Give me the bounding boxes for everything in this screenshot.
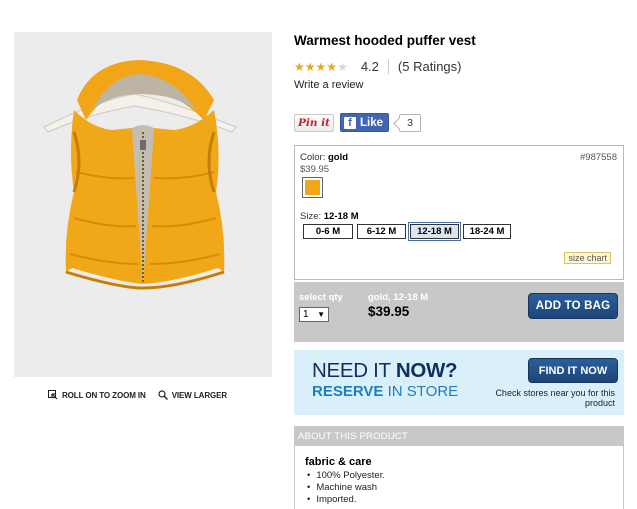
reserve-text: RESERVE — [312, 383, 384, 400]
view-larger-label: VIEW LARGER — [171, 390, 228, 400]
chevron-down-icon: ▼ — [317, 310, 325, 319]
color-line: Color: gold — [300, 152, 348, 163]
need-it-now-heading: NEED IT NOW? — [312, 359, 458, 383]
image-tools: ROLL ON TO ZOOM IN VIEW LARGER — [48, 390, 227, 400]
rating-row[interactable]: ★ ★ ★ ★ ★ 4.2 (5 Ratings) — [294, 59, 461, 74]
list-item: Imported. — [307, 494, 385, 506]
size-selector: 0-6 M 6-12 M 12-18 M 18-24 M — [303, 222, 511, 241]
size-option-18-24[interactable]: 18-24 M — [463, 224, 511, 239]
color-value: gold — [327, 152, 349, 163]
quantity-select[interactable]: 1 ▼ — [299, 307, 329, 322]
facebook-like-button[interactable]: f Like — [340, 113, 390, 132]
rating-value: 4.2 — [360, 59, 379, 74]
about-product-section: ABOUT THIS PRODUCT fabric & care 100% Po… — [294, 426, 624, 509]
list-item: 100% Polyester. — [307, 470, 385, 482]
swatch-fill — [305, 180, 320, 195]
add-to-bag-bar: select qty 1 ▼ gold, 12-18 M $39.95 ADD … — [294, 282, 624, 342]
product-options: Color: gold #987558 $39.95 Size: 12-18 M… — [294, 145, 624, 280]
size-chart-link[interactable]: size chart — [564, 252, 611, 264]
now-text: NOW? — [395, 359, 458, 382]
star-icon: ★ — [326, 59, 338, 74]
divider — [387, 59, 389, 74]
reserve-in-store-banner: NEED IT NOW? RESERVE IN STORE FIND IT NO… — [294, 350, 624, 415]
rating-count[interactable]: (5 Ratings) — [398, 59, 462, 74]
star-icon: ★ — [304, 59, 316, 74]
color-label: Color: — [300, 152, 326, 163]
find-it-now-button[interactable]: FIND IT NOW — [528, 358, 618, 383]
check-stores-text: Check stores near you for this product — [495, 388, 615, 408]
like-count: 3 — [399, 113, 422, 132]
selection-name: gold, 12-18 M — [368, 292, 429, 303]
search-icon — [158, 390, 168, 400]
size-option-0-6[interactable]: 0-6 M — [303, 224, 353, 239]
base-price: $39.95 — [300, 164, 330, 175]
add-to-bag-button[interactable]: ADD TO BAG — [528, 293, 618, 319]
write-review-link[interactable]: Write a review — [294, 79, 363, 91]
star-icon: ★ — [315, 59, 327, 74]
selection-price: $39.95 — [368, 304, 410, 319]
about-product-header: ABOUT THIS PRODUCT — [295, 427, 623, 446]
size-option-6-12[interactable]: 6-12 M — [357, 224, 406, 239]
zoom-cursor-icon — [48, 390, 58, 400]
facebook-icon: f — [344, 116, 356, 129]
puffer-vest-illustration — [43, 60, 237, 290]
sku-number: #987558 — [580, 152, 617, 163]
need-it-text: NEED IT — [312, 359, 391, 382]
product-title: Warmest hooded puffer vest — [294, 33, 476, 48]
qty-value: 1 — [303, 309, 309, 320]
size-value: 12-18 M — [323, 211, 359, 222]
star-icon: ★ — [294, 59, 305, 74]
zoom-label: ROLL ON TO ZOOM IN — [62, 390, 146, 400]
like-label: Like — [360, 116, 384, 129]
size-option-12-18[interactable]: 12-18 M — [408, 222, 461, 241]
size-line: Size: 12-18 M — [300, 211, 359, 222]
star-icon: ★ — [337, 59, 348, 74]
social-buttons: Pin it f Like 3 — [294, 113, 422, 132]
color-swatch-gold[interactable] — [302, 177, 323, 198]
size-label: Size: — [300, 211, 322, 222]
fabric-care-title: fabric & care — [305, 456, 372, 468]
fabric-care-list: 100% Polyester. Machine wash Imported. — [307, 470, 385, 506]
star-rating: ★ ★ ★ ★ ★ — [294, 61, 348, 73]
list-item: Machine wash — [307, 482, 385, 494]
pin-it-button[interactable]: Pin it — [294, 113, 334, 132]
zoom-in-control[interactable]: ROLL ON TO ZOOM IN — [48, 390, 146, 400]
reserve-in-store-text: RESERVE IN STORE — [312, 383, 458, 400]
qty-label: select qty — [299, 292, 343, 303]
product-image[interactable] — [14, 32, 272, 377]
view-larger-link[interactable]: VIEW LARGER — [158, 390, 227, 400]
in-store-text: IN STORE — [387, 383, 459, 400]
